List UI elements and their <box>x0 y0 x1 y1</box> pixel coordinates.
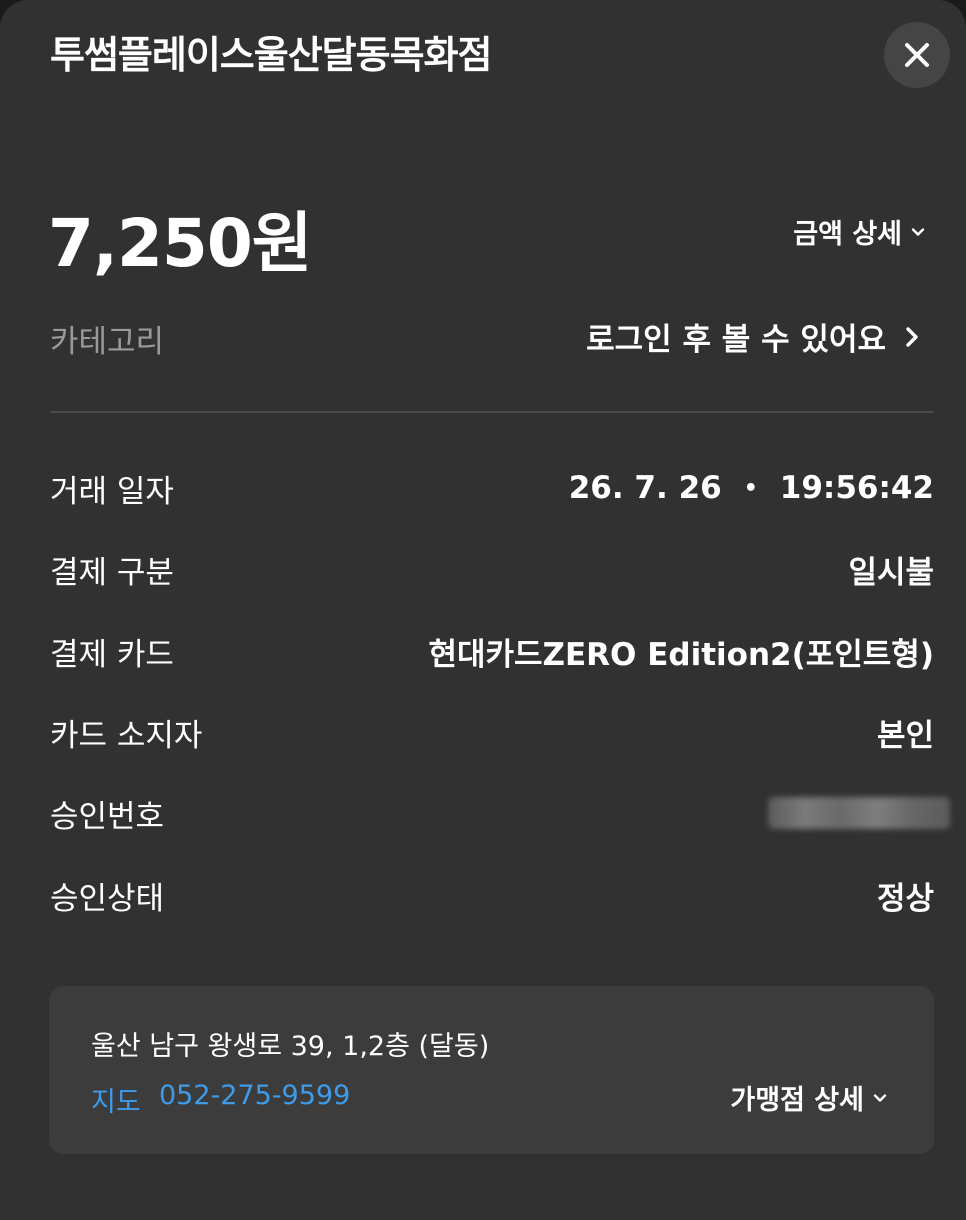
payment-type-value: 일시불 <box>848 554 934 591</box>
map-link[interactable]: 지도 <box>91 1080 141 1119</box>
category-login-link[interactable]: 로그인 후 볼 수 있어요 <box>586 314 920 359</box>
approval-number-redacted <box>768 797 950 829</box>
merchant-title: 투썸플레이스울산달동목화점 <box>50 33 492 77</box>
payment-card-label: 결제 카드 <box>50 636 174 673</box>
card-holder-row: 카드 소지자 본인 <box>50 708 934 756</box>
transaction-time: 19:56:42 <box>779 470 934 506</box>
amount-detail-label: 금액 상세 <box>793 219 902 250</box>
chevron-right-icon <box>906 326 918 347</box>
close-icon <box>905 43 929 67</box>
approval-number-label: 승인번호 <box>50 798 165 835</box>
phone-link[interactable]: 052-275-9599 <box>159 1080 350 1111</box>
payment-type-label: 결제 구분 <box>50 554 174 591</box>
payment-card-row: 결제 카드 현대카드ZERO Edition2(포인트형) <box>50 627 934 675</box>
chevron-down-icon <box>873 1093 887 1102</box>
merchant-address: 울산 남구 왕생로 39, 1,2층 (달동) <box>91 1031 490 1062</box>
section-divider <box>50 411 934 413</box>
transaction-detail-sheet: 투썸플레이스울산달동목화점 7,250원 금액 상세 카테고리 로그인 후 볼 … <box>0 0 966 1220</box>
transaction-date-row: 거래 일자 26. 7. 26 • 19:56:42 <box>50 464 934 512</box>
payment-card-value: 현대카드ZERO Edition2(포인트형) <box>428 636 934 673</box>
merchant-detail-toggle[interactable]: 가맹점 상세 <box>730 1078 888 1117</box>
merchant-detail-label: 가맹점 상세 <box>730 1085 864 1116</box>
payment-type-row: 결제 구분 일시불 <box>50 545 934 593</box>
card-holder-value: 본인 <box>876 717 934 754</box>
transaction-date-label: 거래 일자 <box>50 473 174 510</box>
approval-number-row: 승인번호 <box>50 789 950 837</box>
approval-status-value: 정상 <box>876 880 934 917</box>
category-label: 카테고리 <box>50 324 165 360</box>
chevron-down-icon <box>911 227 925 236</box>
total-amount: 7,250원 <box>48 205 312 282</box>
date-time-separator: • <box>743 475 758 501</box>
approval-status-label: 승인상태 <box>50 880 165 917</box>
approval-status-row: 승인상태 정상 <box>50 871 934 919</box>
transaction-date-value: 26. 7. 26 • 19:56:42 <box>569 470 934 506</box>
close-button[interactable] <box>884 22 950 88</box>
category-link-text: 로그인 후 볼 수 있어요 <box>586 322 886 358</box>
transaction-date: 26. 7. 26 <box>568 470 722 506</box>
merchant-info-card: 울산 남구 왕생로 39, 1,2층 (달동) 지도 052-275-9599 … <box>49 986 934 1154</box>
amount-detail-toggle[interactable]: 금액 상세 <box>793 212 926 251</box>
card-holder-label: 카드 소지자 <box>50 717 203 754</box>
